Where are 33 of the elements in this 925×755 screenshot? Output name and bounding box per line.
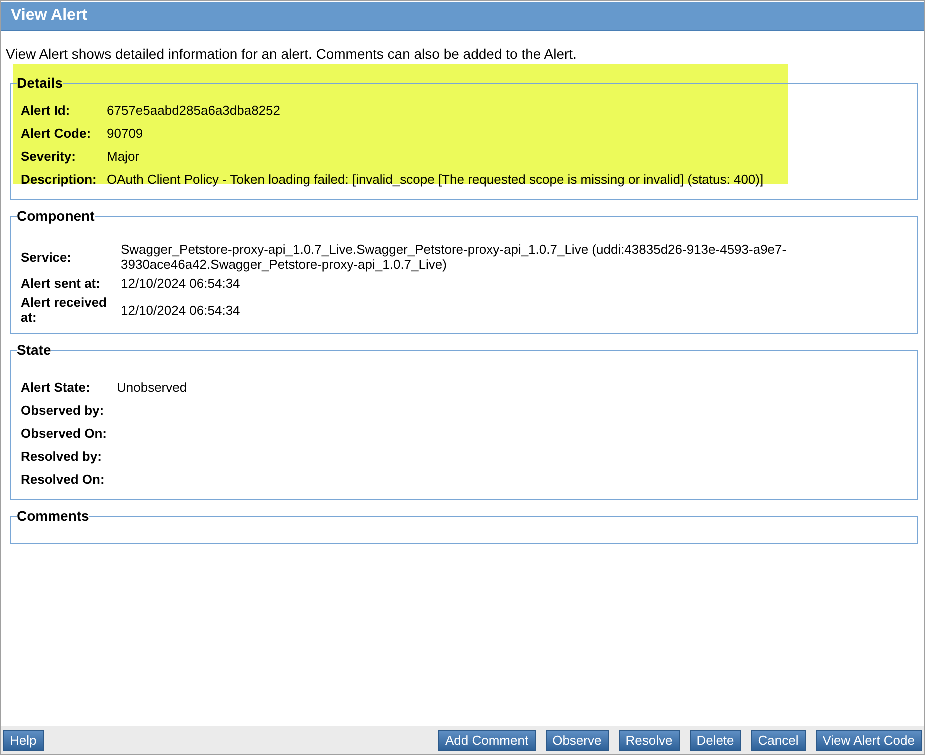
field-value: 6757e5aabd285a6a3dba8252 <box>107 103 281 118</box>
field-value: 12/10/2024 06:54:34 <box>121 276 240 291</box>
field-label: Resolved On: <box>21 472 105 487</box>
field-label: Resolved by: <box>21 449 102 464</box>
field-value: Swagger_Petstore-proxy-api_1.0.7_Live.Swagger_Petstore-proxy-api_1.0.7_Live (uddi:43835d26-913e-4593-a9e7-3930ace46a42.Swagger_Petstore-proxy-api_1.0.7_Live) <box>121 242 788 272</box>
field-value: Major <box>107 149 140 164</box>
action-button[interactable]: Observe <box>546 730 609 750</box>
action-button[interactable]: Help <box>3 730 44 750</box>
field-label: Alert Id: <box>21 103 70 118</box>
field-value: OAuth Client Policy - Token loading failed: [invalid_scope [The requested scope is missing or invalid] (status: 400)] <box>107 172 764 187</box>
field-label: Observed by: <box>21 403 104 418</box>
section-title: Component <box>17 208 95 224</box>
window-title: View Alert <box>11 6 88 26</box>
action-button[interactable]: Resolve <box>618 730 680 750</box>
section-title: Comments <box>17 508 90 524</box>
field-label: Observed On: <box>21 426 107 441</box>
field-value: 90709 <box>107 126 144 141</box>
field-label: Alert State: <box>21 380 90 395</box>
section-title: State <box>17 342 52 358</box>
section-title: Details <box>17 75 63 91</box>
action-button[interactable]: Add Comment <box>438 730 536 750</box>
field-value: Unobserved <box>117 380 188 395</box>
action-button[interactable]: View Alert Code <box>816 730 922 750</box>
intro-text: View Alert shows detailed information for an alert. Comments can also be added to the Alert. <box>6 46 578 62</box>
field-label: Alert received at: <box>21 295 108 325</box>
field-label: Alert sent at: <box>21 276 100 291</box>
action-button[interactable]: Cancel <box>751 730 806 750</box>
field-label: Alert Code: <box>21 126 92 141</box>
field-label: Severity: <box>21 149 76 164</box>
action-button[interactable]: Delete <box>690 730 742 750</box>
field-value: 12/10/2024 06:54:34 <box>121 302 240 318</box>
field-label: Service: <box>21 250 72 264</box>
field-label: Description: <box>21 172 97 187</box>
